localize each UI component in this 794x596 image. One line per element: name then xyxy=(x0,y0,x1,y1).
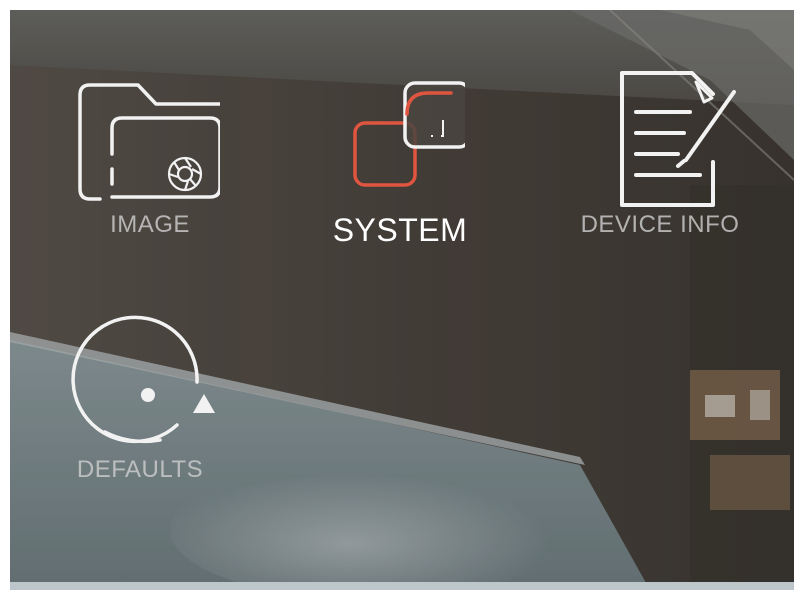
system-squares-icon xyxy=(353,81,465,187)
menu-label-system: SYSTEM xyxy=(332,212,468,248)
menu-item-image[interactable]: IMAGE xyxy=(60,65,240,255)
menu-label-image: IMAGE xyxy=(110,211,190,238)
reset-arrow-icon xyxy=(71,315,215,444)
menu-item-device-info[interactable]: DEVICE INFO xyxy=(560,65,760,255)
menu-item-defaults[interactable]: DEFAULTS xyxy=(50,310,230,495)
folder-camera-icon xyxy=(78,83,220,201)
menu-item-system[interactable]: SYSTEM xyxy=(300,75,500,265)
camera-screen: IMAGE SYSTEM DEVICE INFO DEFAULTS xyxy=(10,10,794,590)
menu-label-defaults: DEFAULTS xyxy=(76,456,204,483)
menu-label-device-info: DEVICE INFO xyxy=(580,211,740,238)
document-edit-icon xyxy=(620,71,736,207)
